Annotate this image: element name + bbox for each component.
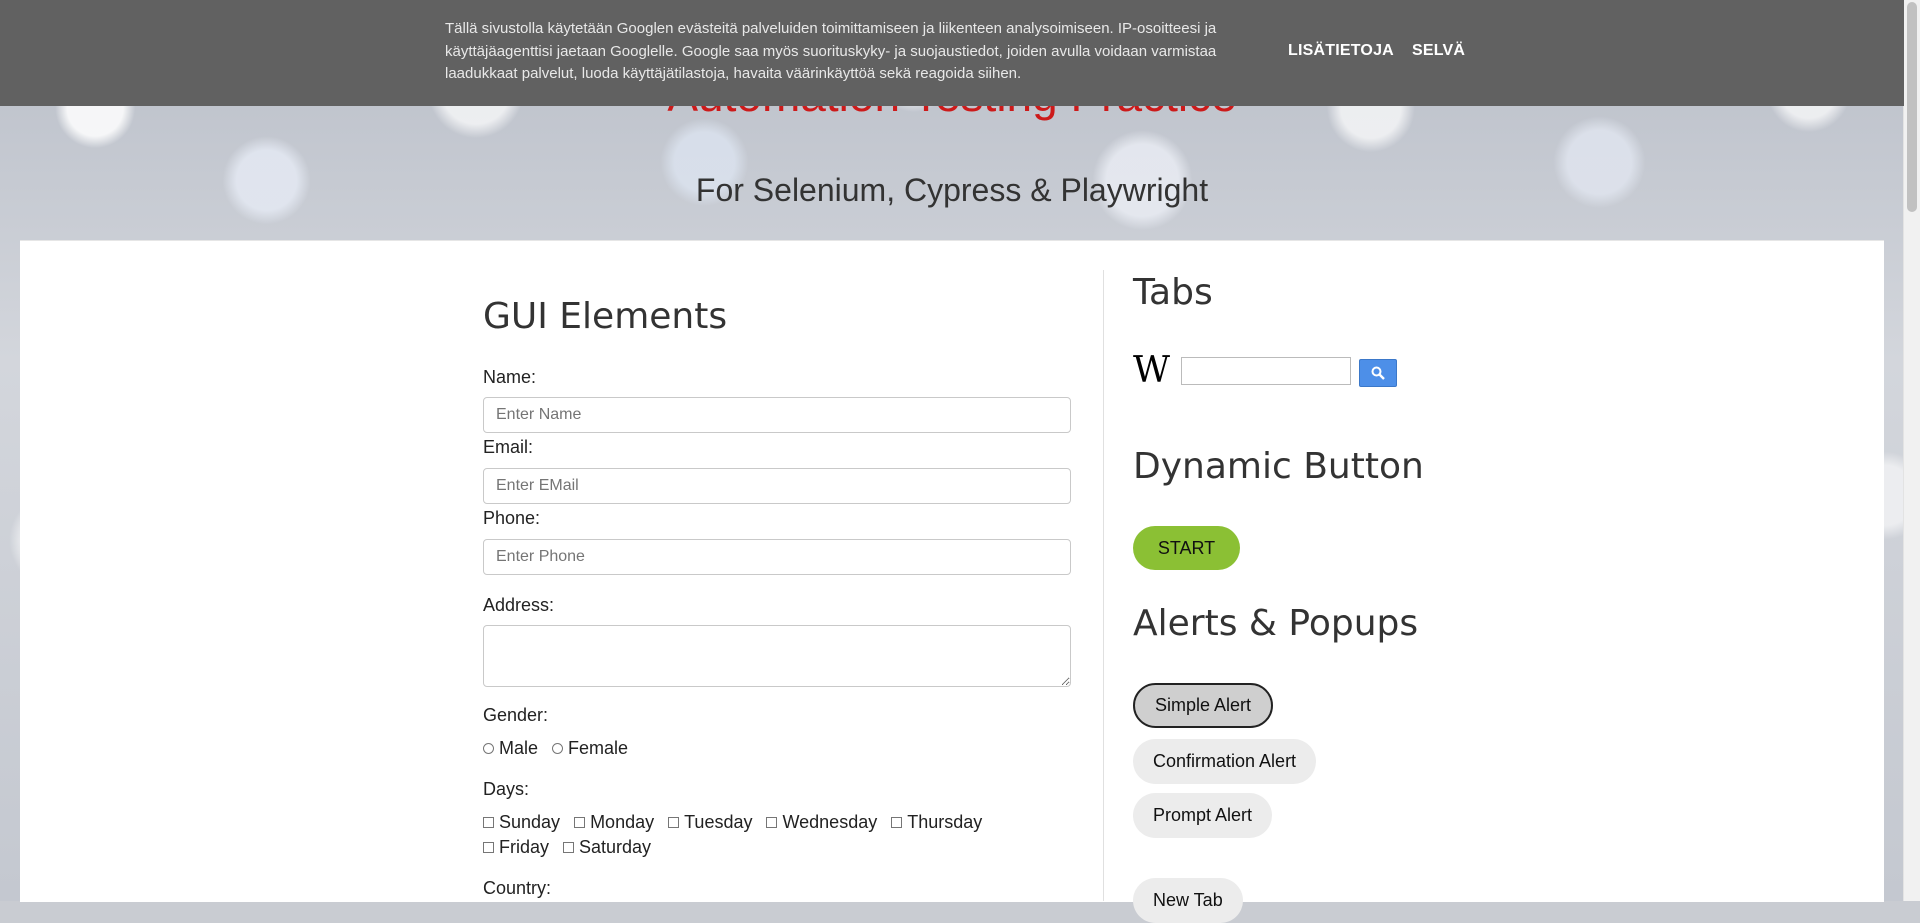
day-sunday[interactable]: Sunday [483,812,560,833]
column-divider [1103,270,1104,901]
monday-checkbox[interactable] [574,817,586,828]
thursday-checkbox[interactable] [891,817,903,828]
day-thursday[interactable]: Thursday [891,812,982,833]
day-wednesday[interactable]: Wednesday [766,812,877,833]
cookie-more-info-link[interactable]: LISÄTIETOJA [1288,42,1394,60]
day-label: Thursday [907,812,983,832]
country-label: Country: [483,878,552,898]
day-monday[interactable]: Monday [574,812,654,833]
gender-label: Gender: [483,705,549,725]
wikipedia-logo-icon: W [1133,350,1171,391]
days-label: Days: [483,779,530,799]
sunday-checkbox[interactable] [483,817,494,828]
cookie-ok-button[interactable]: SELVÄ [1412,42,1465,60]
scrollbar-thumb[interactable] [1907,2,1917,212]
male-label: Male [499,738,539,758]
cookie-consent-bar: Tällä sivustolla käytetään Googlen eväst… [0,0,1904,106]
day-label: Wednesday [782,812,878,832]
email-input[interactable] [483,468,1071,504]
day-label: Monday [590,812,655,832]
tuesday-checkbox[interactable] [668,817,680,828]
search-icon [1371,366,1385,380]
confirmation-alert-button[interactable]: Confirmation Alert [1133,739,1317,784]
name-label: Name: [483,367,537,387]
days-row-1: Sunday Monday Tuesday Wednesday Thursday [483,812,996,833]
address-textarea[interactable] [483,625,1071,687]
cookie-message: Tällä sivustolla käytetään Googlen eväst… [445,20,1217,82]
wikipedia-search-button[interactable] [1359,359,1397,387]
day-label: Saturday [579,837,652,857]
female-radio[interactable] [552,743,564,754]
page-scrollbar[interactable] [1903,0,1920,901]
day-friday[interactable]: Friday [483,837,549,858]
gender-female-option[interactable]: Female [552,738,628,759]
gui-elements-title: GUI Elements [483,296,728,337]
gender-male-option[interactable]: Male [483,738,538,759]
gender-options: Male Female [483,738,642,759]
prompt-alert-button[interactable]: Prompt Alert [1133,793,1273,838]
friday-checkbox[interactable] [483,842,494,853]
day-tuesday[interactable]: Tuesday [668,812,752,833]
saturday-checkbox[interactable] [563,842,575,853]
day-label: Sunday [499,812,561,832]
email-label: Email: [483,437,534,457]
start-button[interactable]: START [1133,526,1240,570]
name-input[interactable] [483,397,1071,433]
alerts-popups-title: Alerts & Popups [1133,603,1419,644]
days-row-2: Friday Saturday [483,837,665,858]
phone-input[interactable] [483,539,1071,575]
female-label: Female [568,738,629,758]
wednesday-checkbox[interactable] [766,817,778,828]
day-saturday[interactable]: Saturday [563,837,651,858]
dynamic-button-title: Dynamic Button [1133,446,1424,487]
simple-alert-button[interactable]: Simple Alert [1133,683,1274,728]
wikipedia-search-input[interactable] [1181,357,1351,385]
day-label: Tuesday [684,812,753,832]
address-label: Address: [483,595,555,615]
phone-label: Phone: [483,508,541,528]
male-radio[interactable] [483,743,494,754]
tabs-title: Tabs [1133,272,1213,313]
day-label: Friday [499,837,550,857]
site-subtitle: For Selenium, Cypress & Playwright [695,172,1209,208]
